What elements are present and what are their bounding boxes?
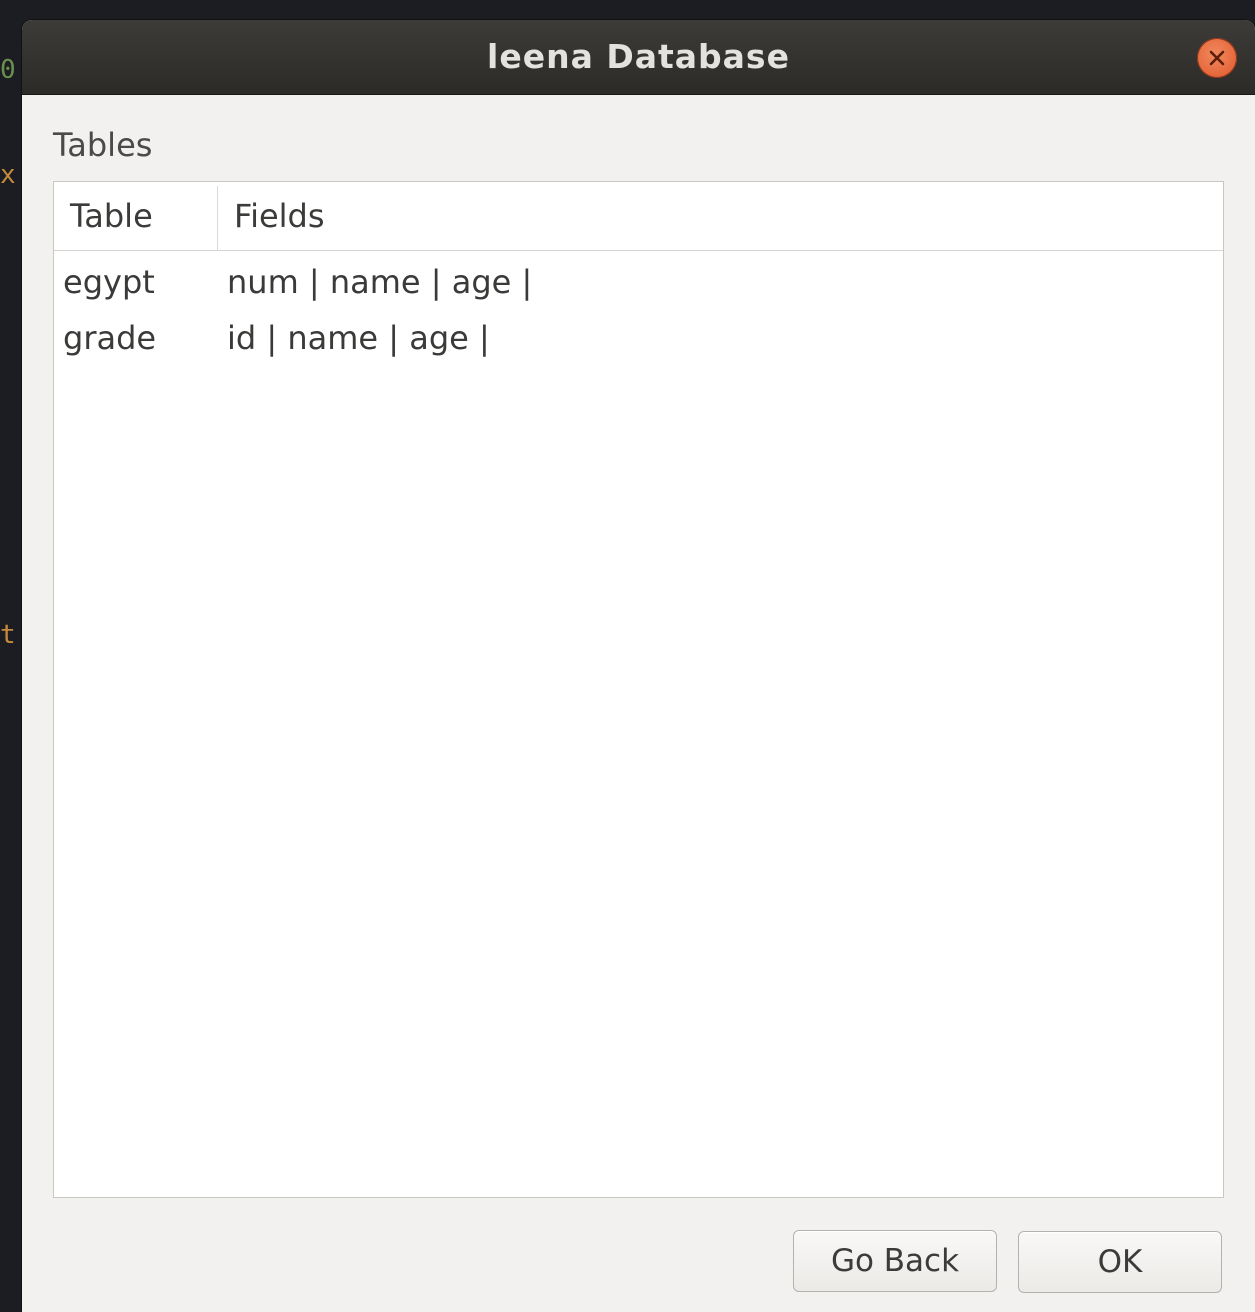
ok-button[interactable]: OK	[1018, 1231, 1222, 1293]
column-header-fields[interactable]: Fields	[234, 182, 1134, 250]
go-back-button[interactable]: Go Back	[793, 1230, 997, 1292]
close-icon	[1209, 50, 1225, 66]
title-bar[interactable]: leena Database	[22, 20, 1255, 95]
table-header: Table Fields	[54, 182, 1223, 251]
background-editor-glyph: x	[0, 160, 16, 190]
column-divider[interactable]	[217, 186, 218, 250]
background-editor-glyph: 0	[0, 55, 16, 85]
cell-fields: id | name | age |	[227, 319, 490, 357]
close-button[interactable]	[1197, 38, 1237, 78]
background-editor-glyph: t	[0, 620, 16, 650]
tables-section-label: Tables	[53, 126, 153, 164]
column-header-table[interactable]: Table	[70, 182, 216, 250]
table-row[interactable]: egypt num | name | age |	[54, 254, 1223, 310]
cell-table-name: egypt	[63, 263, 155, 301]
cell-table-name: grade	[63, 319, 157, 357]
table-row[interactable]: grade id | name | age |	[54, 310, 1223, 366]
window-title: leena Database	[487, 37, 790, 76]
cell-fields: num | name | age |	[227, 263, 533, 301]
tables-list[interactable]: Table Fields egypt num | name | age | gr…	[53, 181, 1224, 1198]
database-dialog: leena Database Tables Table Fields egypt…	[22, 20, 1255, 1312]
